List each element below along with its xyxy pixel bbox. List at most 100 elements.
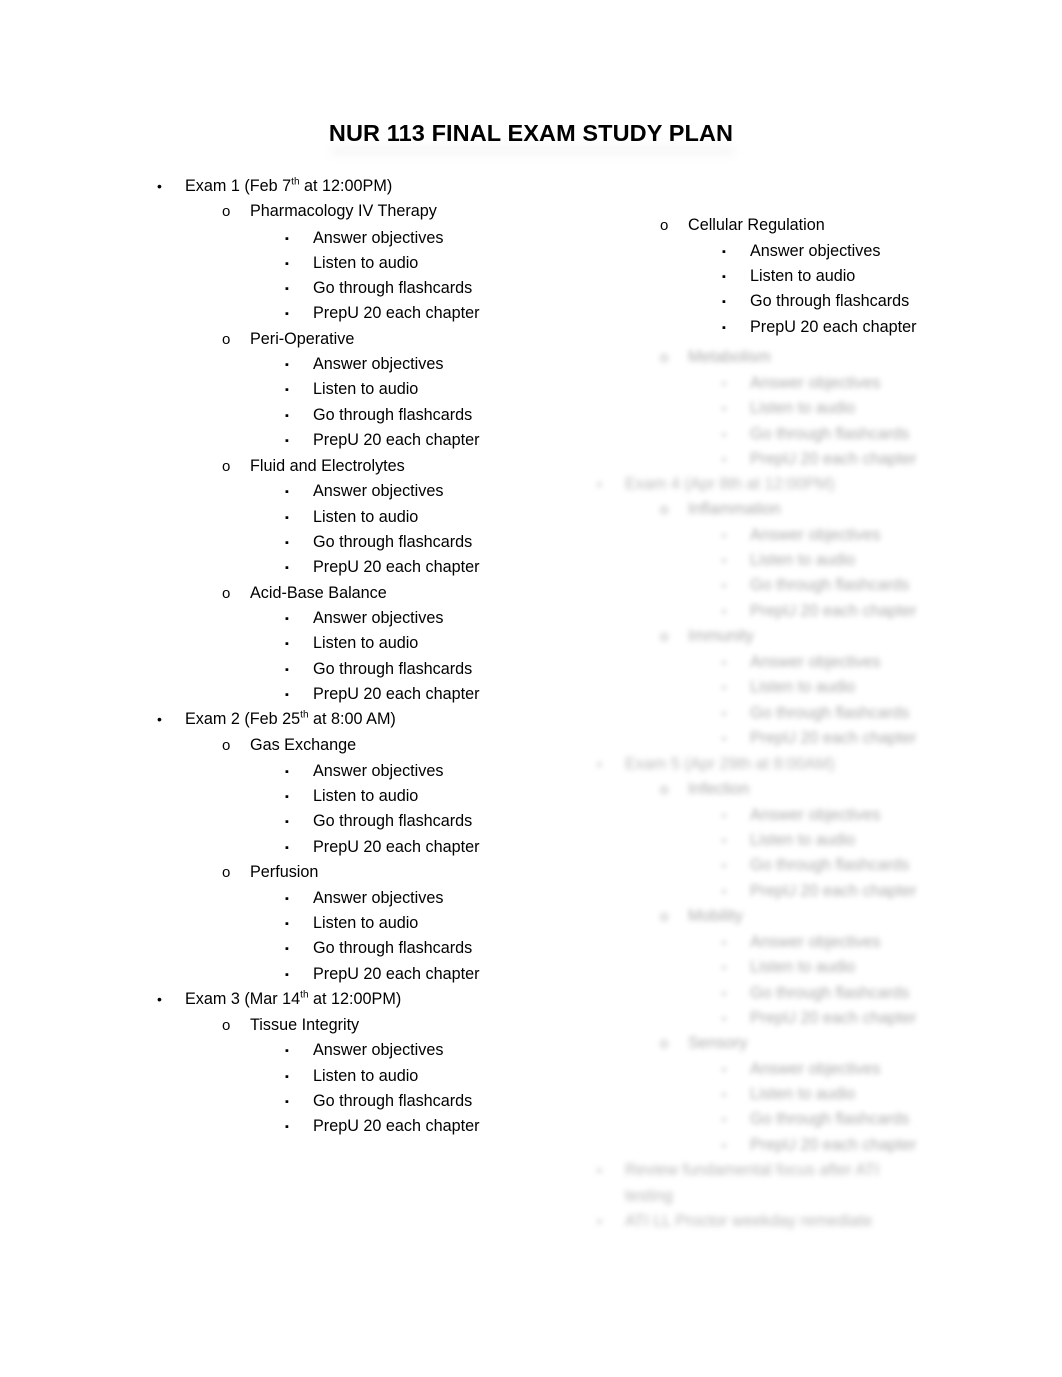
bullet-square-icon: ▪ bbox=[285, 233, 289, 245]
bullet-square-icon: ▪ bbox=[285, 1121, 289, 1133]
bullet-square-icon: ▪ bbox=[722, 1089, 726, 1101]
obscured-text: Infection bbox=[688, 780, 750, 798]
ordinal-suffix: th bbox=[300, 989, 309, 1001]
bullet-square-icon: ▪ bbox=[285, 537, 289, 549]
task-row: ▪ PrepU 20 each chapter bbox=[285, 428, 479, 455]
bullet-square-icon: ▪ bbox=[285, 435, 289, 447]
obscured-text: Go through flashcards bbox=[750, 576, 910, 594]
bullet-square-icon: ▪ bbox=[722, 708, 726, 720]
obscured-task-row: ▪ PrepU 20 each chapter bbox=[722, 447, 916, 474]
task-label: PrepU 20 each chapter bbox=[313, 558, 480, 576]
obscured-text: Answer objectives bbox=[750, 933, 881, 951]
bullet-circle-icon: o bbox=[222, 331, 231, 348]
bullet-square-icon: ▪ bbox=[285, 638, 289, 650]
task-row: ▪ PrepU 20 each chapter bbox=[285, 1114, 479, 1141]
task-label: PrepU 20 each chapter bbox=[750, 318, 917, 336]
obscured-text: Answer objectives bbox=[750, 653, 881, 671]
task-row: ▪ Go through flashcards bbox=[285, 403, 472, 430]
bullet-square-icon: ▪ bbox=[285, 384, 289, 396]
task-row: ▪ Listen to audio bbox=[285, 505, 418, 532]
obscured-topic-row: o Metabolism bbox=[660, 345, 771, 370]
bullet-square-icon: ▪ bbox=[722, 580, 726, 592]
page-title: NUR 113 FINAL EXAM STUDY PLAN bbox=[328, 120, 734, 146]
bullet-square-icon: ▪ bbox=[722, 962, 726, 974]
bullet-circle-icon: o bbox=[660, 349, 669, 366]
obscured-text: Listen to audio bbox=[750, 1085, 856, 1103]
task-label: Go through flashcards bbox=[313, 812, 473, 830]
task-label: PrepU 20 each chapter bbox=[313, 838, 480, 856]
task-label: Go through flashcards bbox=[313, 406, 473, 424]
bullet-square-icon: ▪ bbox=[722, 860, 726, 872]
task-label: Listen to audio bbox=[313, 1067, 419, 1085]
topic-label: Peri-Operative bbox=[250, 330, 355, 348]
obscured-text: PrepU 20 each chapter bbox=[750, 1136, 917, 1154]
bullet-circle-icon: o bbox=[222, 458, 231, 475]
ordinal-suffix: th bbox=[300, 709, 309, 721]
bullet-square-icon: ▪ bbox=[722, 555, 726, 567]
bullet-square-icon: ▪ bbox=[722, 988, 726, 1000]
exam-heading: • Exam 1 (Feb 7th at 12:00PM) bbox=[157, 174, 392, 199]
task-row: ▪ Listen to audio bbox=[285, 251, 418, 278]
obscured-task-row: ▪ PrepU 20 each chapter bbox=[722, 1006, 916, 1033]
obscured-text: Go through flashcards bbox=[750, 704, 910, 722]
topic-label: Fluid and Electrolytes bbox=[250, 457, 405, 475]
task-row: ▪ Listen to audio bbox=[285, 377, 418, 404]
task-label: Listen to audio bbox=[313, 787, 419, 805]
task-row: ▪ Answer objectives bbox=[285, 606, 443, 633]
obscured-topic-row: o Sensory bbox=[660, 1031, 747, 1056]
topic-label: Acid-Base Balance bbox=[250, 584, 387, 602]
task-label: Listen to audio bbox=[313, 914, 419, 932]
task-row: ▪ Listen to audio bbox=[722, 264, 855, 291]
task-row: ▪ Go through flashcards bbox=[285, 276, 472, 303]
bullet-square-icon: ▪ bbox=[722, 1140, 726, 1152]
obscured-task-row: ▪ Go through flashcards bbox=[722, 981, 909, 1008]
bullet-circle-icon: o bbox=[660, 908, 669, 925]
bullet-square-icon: ▪ bbox=[722, 322, 726, 334]
task-label: Listen to audio bbox=[750, 267, 856, 285]
bullet-square-icon: ▪ bbox=[285, 893, 289, 905]
task-label: Answer objectives bbox=[313, 1041, 444, 1059]
topic-label: Perfusion bbox=[250, 863, 319, 881]
bullet-circle-icon: o bbox=[222, 864, 231, 881]
task-row: ▪ PrepU 20 each chapter bbox=[722, 315, 916, 342]
bullet-square-icon: ▪ bbox=[285, 791, 289, 803]
obscured-task-row: ▪ Go through flashcards bbox=[722, 1107, 909, 1134]
bullet-square-icon: ▪ bbox=[285, 258, 289, 270]
obscured-text: Listen to audio bbox=[750, 678, 856, 696]
document-page: NUR 113 FINAL EXAM STUDY PLAN • Exam 1 (… bbox=[0, 0, 1062, 1377]
task-row: ▪ Answer objectives bbox=[285, 479, 443, 506]
obscured-note-row: • Review fundamental focus after ATI bbox=[597, 1158, 879, 1183]
bullet-square-icon: ▪ bbox=[285, 613, 289, 625]
bullet-square-icon: ▪ bbox=[722, 429, 726, 441]
bullet-circle-icon: o bbox=[660, 217, 669, 234]
task-label: Answer objectives bbox=[313, 609, 444, 627]
bullet-disc-icon: • bbox=[157, 991, 162, 1007]
obscured-task-row: ▪ Answer objectives bbox=[722, 930, 880, 957]
obscured-text: Listen to audio bbox=[750, 831, 856, 849]
task-label: PrepU 20 each chapter bbox=[313, 1117, 480, 1135]
task-label: Listen to audio bbox=[313, 508, 419, 526]
bullet-square-icon: ▪ bbox=[285, 410, 289, 422]
obscured-exam-heading: • Exam 5 (Apr 29th at 8:00AM) bbox=[597, 752, 835, 777]
bullet-circle-icon: o bbox=[660, 501, 669, 518]
obscured-text: Immunity bbox=[688, 627, 754, 645]
task-label: Listen to audio bbox=[313, 254, 419, 272]
task-row: ▪ PrepU 20 each chapter bbox=[285, 682, 479, 709]
bullet-circle-icon: o bbox=[222, 737, 231, 754]
task-label: Go through flashcards bbox=[313, 533, 473, 551]
bullet-square-icon: ▪ bbox=[722, 657, 726, 669]
obscured-task-row: ▪ Listen to audio bbox=[722, 955, 855, 982]
obscured-task-row: ▪ Listen to audio bbox=[722, 396, 855, 423]
bullet-square-icon: ▪ bbox=[722, 682, 726, 694]
task-row: ▪ PrepU 20 each chapter bbox=[285, 555, 479, 582]
obscured-note-row: • ATI LL Proctor weekday remediate bbox=[597, 1209, 872, 1234]
topic-label: Gas Exchange bbox=[250, 736, 357, 754]
topic-row: o Fluid and Electrolytes bbox=[222, 454, 405, 479]
task-label: PrepU 20 each chapter bbox=[313, 965, 480, 983]
bullet-disc-icon: • bbox=[597, 1162, 602, 1178]
obscured-text: Answer objectives bbox=[750, 806, 881, 824]
task-row: ▪ Listen to audio bbox=[285, 631, 418, 658]
task-label: Answer objectives bbox=[750, 242, 881, 260]
task-label: Answer objectives bbox=[313, 482, 444, 500]
task-row: ▪ Listen to audio bbox=[285, 1064, 418, 1091]
